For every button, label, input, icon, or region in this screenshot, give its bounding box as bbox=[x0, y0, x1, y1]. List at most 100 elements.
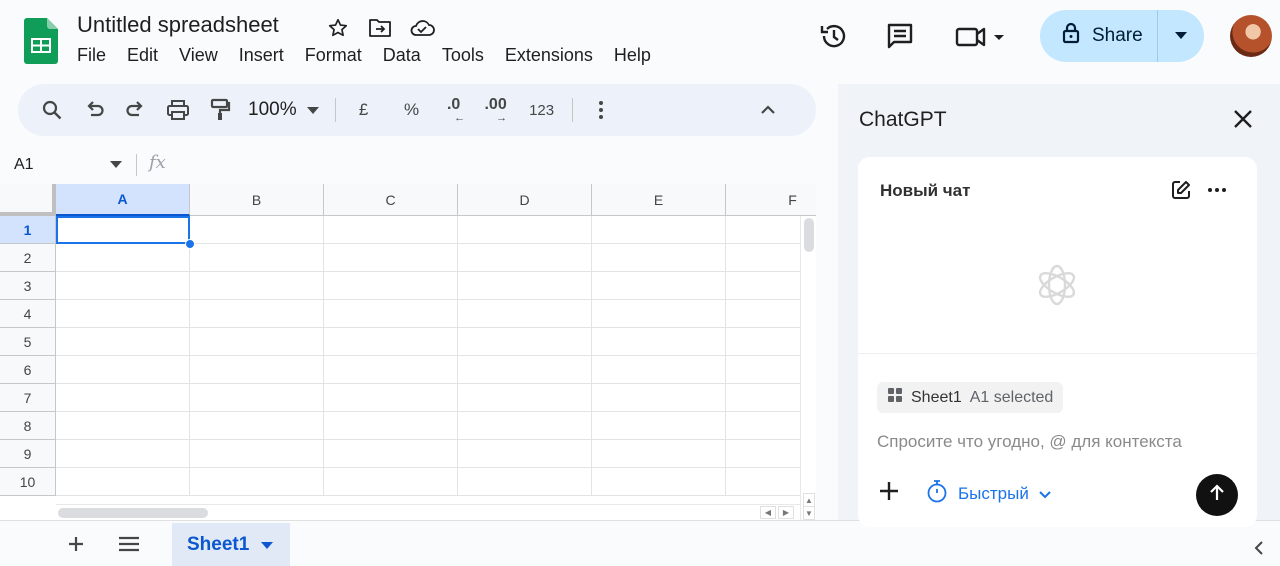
menu-format[interactable]: Format bbox=[305, 45, 362, 66]
more-formats-button[interactable]: 123 bbox=[524, 92, 560, 128]
star-icon[interactable] bbox=[324, 14, 352, 42]
cell-b9[interactable] bbox=[190, 440, 324, 468]
collapse-panel-icon[interactable] bbox=[1252, 540, 1270, 558]
column-header-f[interactable]: F bbox=[726, 184, 816, 216]
increase-decimal-button[interactable]: .00 → bbox=[478, 92, 514, 128]
search-icon[interactable] bbox=[34, 92, 70, 128]
cell-c7[interactable] bbox=[324, 384, 458, 412]
close-icon[interactable] bbox=[1230, 106, 1256, 132]
scroll-up-button[interactable]: ▲ bbox=[803, 493, 815, 507]
cell-d3[interactable] bbox=[458, 272, 592, 300]
cell-a3[interactable] bbox=[56, 272, 190, 300]
cell-d1[interactable] bbox=[458, 216, 592, 244]
cell-d10[interactable] bbox=[458, 468, 592, 496]
cell-d4[interactable] bbox=[458, 300, 592, 328]
cell-b5[interactable] bbox=[190, 328, 324, 356]
cell-d8[interactable] bbox=[458, 412, 592, 440]
more-horiz-icon[interactable] bbox=[1206, 179, 1230, 203]
cell-c9[interactable] bbox=[324, 440, 458, 468]
chevron-down-icon[interactable] bbox=[261, 534, 274, 556]
row-header-9[interactable]: 9 bbox=[0, 440, 56, 468]
cell-d2[interactable] bbox=[458, 244, 592, 272]
cell-e6[interactable] bbox=[592, 356, 726, 384]
cell-c2[interactable] bbox=[324, 244, 458, 272]
fill-handle[interactable] bbox=[185, 239, 195, 249]
scroll-down-button[interactable]: ▼ bbox=[803, 506, 815, 520]
active-cell-outline[interactable] bbox=[56, 216, 190, 244]
mode-selector[interactable]: Быстрый bbox=[926, 479, 1051, 508]
cell-a4[interactable] bbox=[56, 300, 190, 328]
cell-e5[interactable] bbox=[592, 328, 726, 356]
undo-icon[interactable] bbox=[76, 92, 112, 128]
new-chat-icon[interactable] bbox=[1170, 179, 1194, 203]
avatar[interactable] bbox=[1230, 15, 1272, 57]
cell-e8[interactable] bbox=[592, 412, 726, 440]
menu-help[interactable]: Help bbox=[614, 45, 651, 66]
cell-b4[interactable] bbox=[190, 300, 324, 328]
send-button[interactable] bbox=[1196, 474, 1238, 516]
cell-b1[interactable] bbox=[190, 216, 324, 244]
cell-d9[interactable] bbox=[458, 440, 592, 468]
sheets-logo-icon[interactable] bbox=[24, 18, 58, 64]
cell-b10[interactable] bbox=[190, 468, 324, 496]
select-all-corner[interactable] bbox=[0, 184, 56, 216]
cell-c1[interactable] bbox=[324, 216, 458, 244]
cell-d6[interactable] bbox=[458, 356, 592, 384]
chevron-up-icon[interactable] bbox=[750, 92, 786, 128]
redo-icon[interactable] bbox=[118, 92, 154, 128]
row-header-6[interactable]: 6 bbox=[0, 356, 56, 384]
row-header-4[interactable]: 4 bbox=[0, 300, 56, 328]
cell-e2[interactable] bbox=[592, 244, 726, 272]
row-header-8[interactable]: 8 bbox=[0, 412, 56, 440]
cell-b7[interactable] bbox=[190, 384, 324, 412]
history-icon[interactable] bbox=[816, 18, 852, 54]
cell-e9[interactable] bbox=[592, 440, 726, 468]
menu-insert[interactable]: Insert bbox=[239, 45, 284, 66]
scroll-right-button[interactable]: ▶ bbox=[778, 506, 794, 519]
cell-c4[interactable] bbox=[324, 300, 458, 328]
name-box[interactable]: A1 bbox=[14, 152, 122, 178]
cell-a9[interactable] bbox=[56, 440, 190, 468]
menu-tools[interactable]: Tools bbox=[442, 45, 484, 66]
column-header-b[interactable]: B bbox=[190, 184, 324, 216]
column-header-c[interactable]: C bbox=[324, 184, 458, 216]
menu-edit[interactable]: Edit bbox=[127, 45, 158, 66]
percent-format-button[interactable]: % bbox=[394, 92, 430, 128]
row-header-1[interactable]: 1 bbox=[0, 216, 56, 244]
cell-a7[interactable] bbox=[56, 384, 190, 412]
plus-icon[interactable] bbox=[878, 480, 902, 504]
context-chip[interactable]: Sheet1 A1 selected bbox=[877, 382, 1064, 413]
move-folder-icon[interactable] bbox=[366, 14, 394, 42]
cell-a8[interactable] bbox=[56, 412, 190, 440]
cell-b8[interactable] bbox=[190, 412, 324, 440]
decrease-decimal-button[interactable]: .0 ← bbox=[436, 92, 472, 128]
scroll-left-button[interactable]: ◀ bbox=[760, 506, 776, 519]
cell-c3[interactable] bbox=[324, 272, 458, 300]
column-header-e[interactable]: E bbox=[592, 184, 726, 216]
cell-e3[interactable] bbox=[592, 272, 726, 300]
spreadsheet-grid[interactable]: A B C D E F 1 2 3 4 5 6 7 8 9 10 ▲ ▼ ◀ ▶ bbox=[0, 184, 816, 520]
cell-c8[interactable] bbox=[324, 412, 458, 440]
comments-icon[interactable] bbox=[882, 18, 918, 54]
cell-c5[interactable] bbox=[324, 328, 458, 356]
cell-a6[interactable] bbox=[56, 356, 190, 384]
row-header-2[interactable]: 2 bbox=[0, 244, 56, 272]
document-title[interactable]: Untitled spreadsheet bbox=[77, 12, 279, 38]
currency-format-button[interactable]: £ bbox=[346, 92, 382, 128]
cell-a5[interactable] bbox=[56, 328, 190, 356]
vertical-scroll-thumb[interactable] bbox=[804, 218, 814, 252]
column-header-d[interactable]: D bbox=[458, 184, 592, 216]
row-header-10[interactable]: 10 bbox=[0, 468, 56, 496]
row-header-3[interactable]: 3 bbox=[0, 272, 56, 300]
meet-icon[interactable] bbox=[952, 18, 1012, 54]
paint-format-icon[interactable] bbox=[202, 92, 238, 128]
cloud-status-icon[interactable] bbox=[408, 14, 436, 42]
horizontal-scrollbar[interactable]: ◀ ▶ bbox=[56, 504, 800, 520]
cell-e4[interactable] bbox=[592, 300, 726, 328]
cell-b2[interactable] bbox=[190, 244, 324, 272]
cell-b3[interactable] bbox=[190, 272, 324, 300]
cell-d5[interactable] bbox=[458, 328, 592, 356]
cell-e10[interactable] bbox=[592, 468, 726, 496]
vertical-scrollbar[interactable]: ▲ ▼ bbox=[800, 216, 816, 520]
menu-extensions[interactable]: Extensions bbox=[505, 45, 593, 66]
